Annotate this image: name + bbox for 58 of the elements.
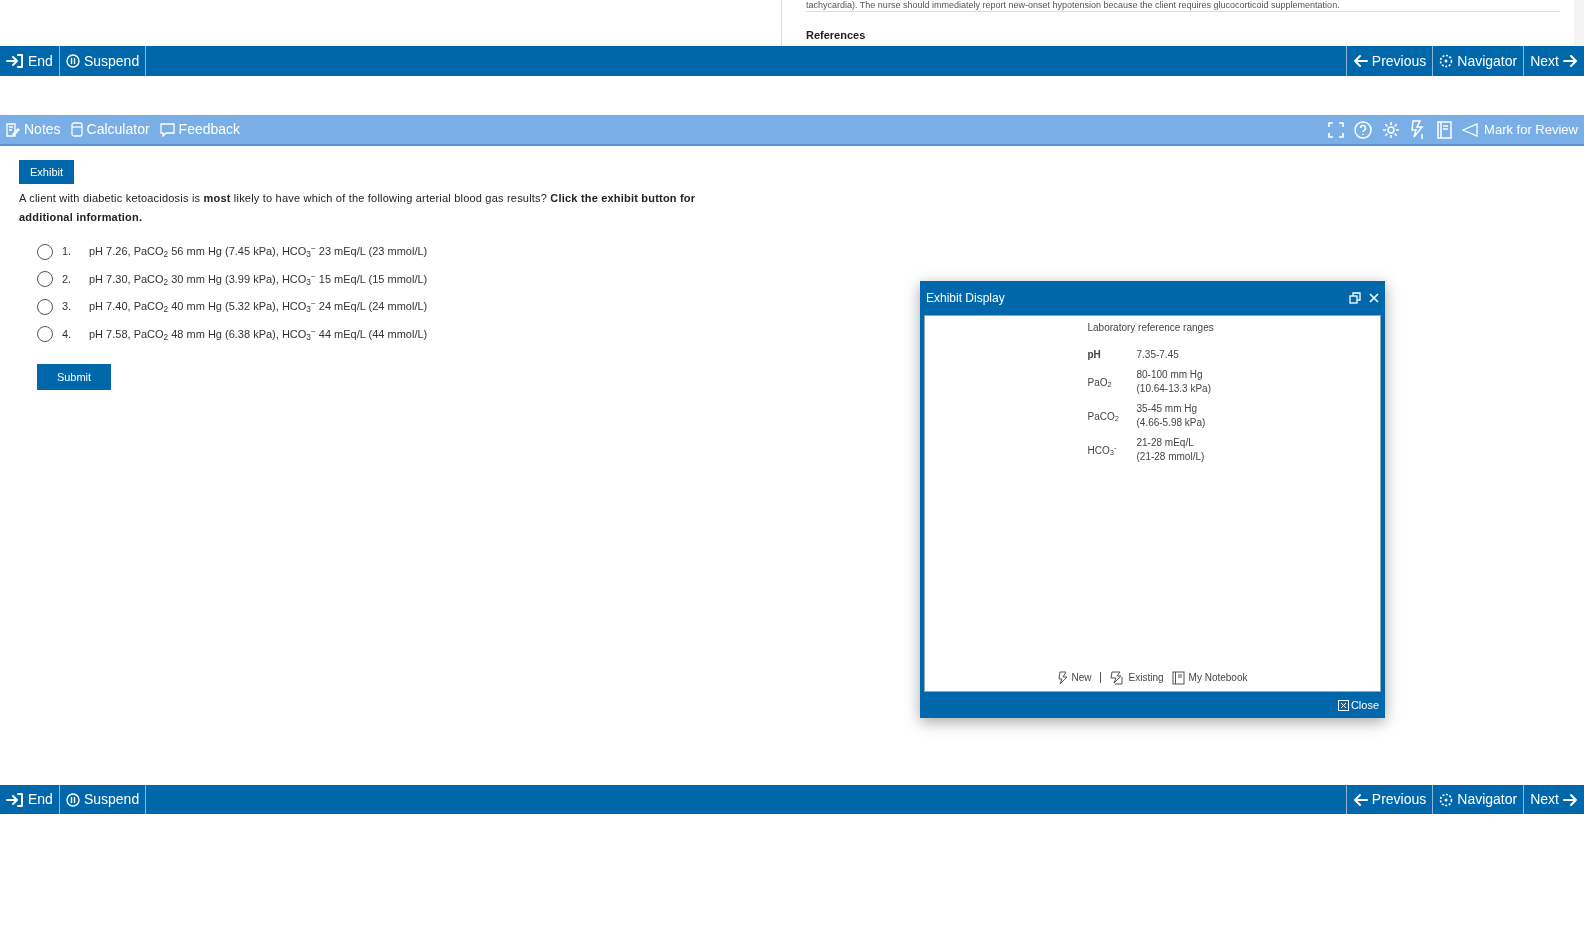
speech-bubble-icon	[159, 122, 175, 137]
pause-icon	[65, 54, 80, 68]
range-value: (10.64-13.3 kPa)	[1136, 382, 1211, 396]
table-title: Laboratory reference ranges	[1087, 321, 1215, 335]
parameter-label: PaCO$_{2}$	[1087, 409, 1120, 424]
pause-icon	[65, 792, 80, 807]
option-number: 2.	[62, 271, 73, 287]
notebook-note-link[interactable]: My Notebook	[1171, 670, 1248, 685]
previous-button[interactable]: Previous	[1345, 46, 1433, 76]
range-value: 21-28 mEq/L	[1136, 436, 1195, 450]
question-text: A client with diabetic ketoacidosis is most likely to have which of the following arterial blood gas results? Click the exhibit button for additional information.	[19, 191, 697, 226]
notebook-icon	[1171, 670, 1185, 685]
end-button[interactable]: End	[0, 785, 60, 814]
references-heading: References	[806, 29, 866, 41]
paragraph-text: tachycardia). The nurse should immediately report new-onset hypotension because the client requires glucocorticoid supplementation.	[806, 1, 1340, 10]
new-note-link[interactable]: New	[1057, 670, 1092, 685]
navigator-button[interactable]: Navigator	[1432, 785, 1524, 814]
existing-note-link[interactable]: Existing	[1108, 670, 1164, 685]
scrollbar[interactable]	[1574, 0, 1584, 46]
range-value: (4.66-5.98 kPa)	[1136, 416, 1206, 430]
arrow-right-icon	[1563, 54, 1578, 68]
option-number: 4.	[62, 326, 73, 342]
option-text: pH 7.26, PaCO$_{2}$ 56 mm Hg (7.45 kPa), HCO$_{3}$$^{−}$ 23 mEq/L (23 mmol/L)	[89, 243, 428, 260]
range-value: 35-45 mm Hg	[1136, 402, 1199, 416]
suspend-button[interactable]: Suspend	[59, 785, 147, 814]
next-button[interactable]: Next	[1523, 46, 1584, 76]
parameter-label: pH	[1087, 348, 1102, 362]
range-value: 80-100 mm Hg	[1136, 368, 1204, 382]
option-number: 1.	[62, 244, 73, 260]
submit-button[interactable]: Submit	[37, 364, 111, 391]
notes-icon	[6, 122, 20, 137]
option-text: pH 7.30, PaCO$_{2}$ 30 mm Hg (3.99 kPa), HCO$_{3}$$^{−}$ 15 mEq/L (15 mmol/L)	[89, 270, 428, 288]
option-number: 3.	[62, 299, 73, 315]
previous-button[interactable]: Previous	[1345, 785, 1433, 814]
end-button[interactable]: End	[0, 46, 60, 76]
arrow-left-icon	[1352, 54, 1368, 68]
dialog-title: Exhibit Display	[926, 290, 1005, 307]
option-text: pH 7.58, PaCO$_{2}$ 48 mm Hg (6.38 kPa), HCO$_{3}$$^{−}$ 44 mEq/L (44 mmol/L)	[89, 325, 428, 343]
calculator-icon	[70, 122, 83, 137]
lightning-icon	[1057, 670, 1068, 685]
enter-icon	[6, 54, 24, 68]
suspend-button[interactable]: Suspend	[59, 46, 147, 76]
range-value: (21-28 mmol/L)	[1136, 450, 1205, 464]
range-value: 7.35-7.45	[1136, 347, 1179, 362]
close-icon[interactable]	[1369, 293, 1379, 303]
close-button[interactable]: Close	[1337, 696, 1379, 714]
arrow-right-icon	[1563, 792, 1578, 807]
enter-icon	[6, 792, 24, 807]
lightning-icon	[1108, 670, 1125, 685]
next-button[interactable]: Next	[1523, 785, 1584, 814]
exhibit-button[interactable]: Exhibit	[19, 160, 75, 185]
flag-icon	[1462, 122, 1481, 137]
restore-icon[interactable]	[1349, 292, 1361, 304]
arrow-left-icon	[1352, 792, 1368, 807]
parameter-label: PaO$_{2}$	[1087, 375, 1113, 390]
option-text: pH 7.40, PaCO$_{2}$ 40 mm Hg (5.32 kPa), HCO$_{3}$$^{−}$ 24 mEq/L (24 mmol/L)	[89, 298, 428, 315]
close-icon	[1337, 699, 1349, 711]
navigator-button[interactable]: Navigator	[1432, 46, 1524, 76]
